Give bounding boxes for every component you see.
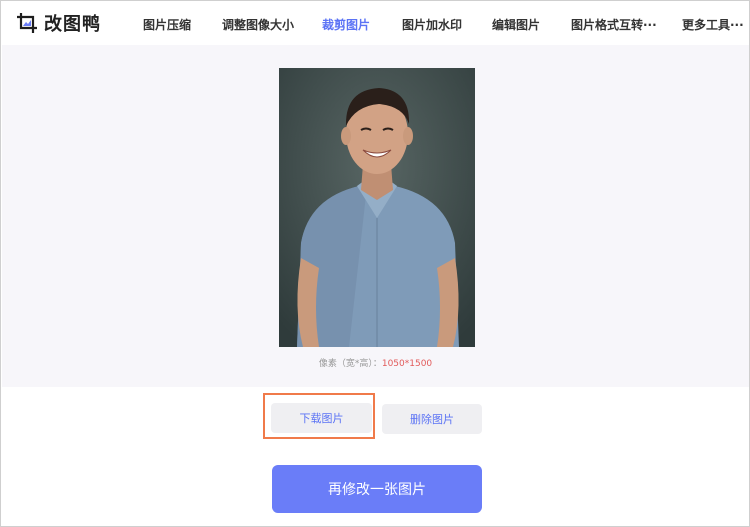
download-button[interactable]: 下载图片 <box>271 403 372 433</box>
nav-item-watermark[interactable]: 图片加水印 <box>402 16 462 33</box>
portrait-illustration <box>279 68 475 347</box>
nav-item-crop[interactable]: 裁剪图片 <box>322 16 370 33</box>
pixel-size-label: 像素（宽*高）： <box>318 359 382 369</box>
preview-area: 像素（宽*高）：1050*1500 <box>2 45 749 387</box>
modify-another-button[interactable]: 再修改一张图片 <box>272 465 482 513</box>
nav-item-resize[interactable]: 调整图像大小 <box>222 16 294 33</box>
nav-item-compress[interactable]: 图片压缩 <box>143 16 191 33</box>
nav-item-format-convert[interactable]: 图片格式互转··· <box>571 16 657 33</box>
nav-item-edit[interactable]: 编辑图片 <box>492 16 540 33</box>
logo-text: 改图鸭 <box>44 14 101 35</box>
pixel-size-info: 像素（宽*高）：1050*1500 <box>2 356 749 369</box>
pixel-size-value: 1050*1500 <box>381 359 433 369</box>
nav-item-more-tools[interactable]: 更多工具··· <box>682 16 744 33</box>
logo[interactable]: 改图鸭 <box>16 11 101 35</box>
delete-button[interactable]: 删除图片 <box>382 404 482 434</box>
logo-icon <box>17 13 37 33</box>
app-window: 改图鸭 图片压缩 调整图像大小 裁剪图片 图片加水印 编辑图片 图片格式互转··… <box>0 0 750 527</box>
top-nav: 改图鸭 图片压缩 调整图像大小 裁剪图片 图片加水印 编辑图片 图片格式互转··… <box>1 1 749 45</box>
preview-image <box>279 68 475 347</box>
